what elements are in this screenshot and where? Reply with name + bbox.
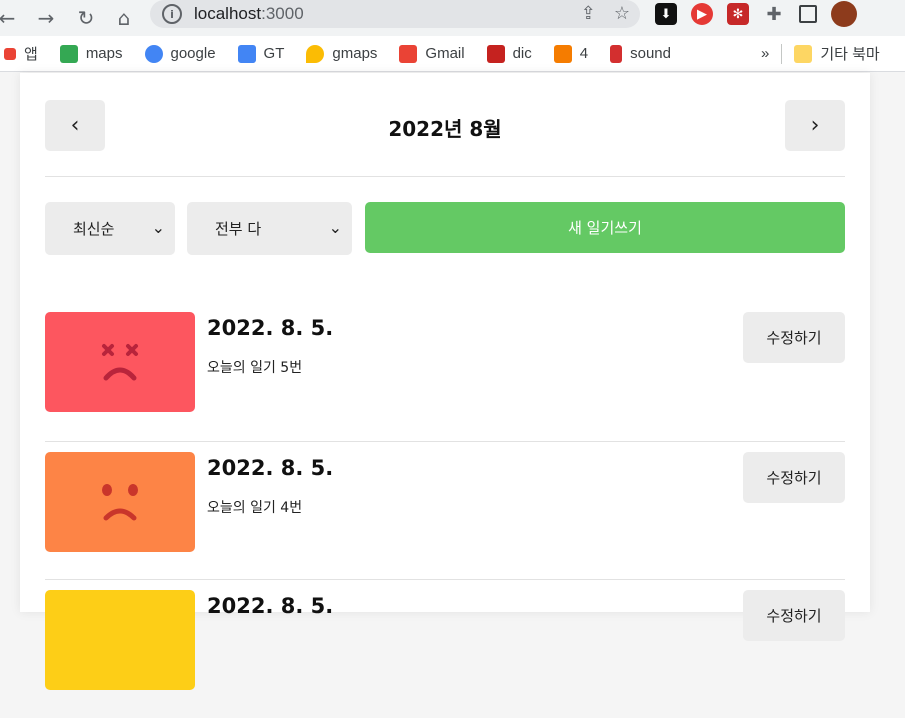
month-header: ‹ 2022년 8월 › <box>45 100 845 151</box>
chevron-down-icon: ⌄ <box>151 218 165 237</box>
page-title: 2022년 8월 <box>388 117 502 141</box>
list-controls: 최신순 ⌄ 전부 다 ⌄ 새 일기쓰기 <box>45 202 845 255</box>
url-port: :3000 <box>261 4 304 23</box>
bookmark-dic[interactable]: dic <box>486 44 532 63</box>
back-icon[interactable]: ← <box>0 0 15 36</box>
video-extension-icon[interactable]: ▶ <box>691 3 713 25</box>
bookmarks-more-button[interactable]: » <box>761 45 769 62</box>
bookmark-maps[interactable]: maps <box>59 44 123 63</box>
url-text: localhost:3000 <box>194 4 304 24</box>
emotion-image[interactable] <box>45 312 195 412</box>
bookmark-label: 기타 북마 <box>820 46 880 63</box>
bookmark-label: dic <box>512 45 532 62</box>
header-divider <box>45 176 845 177</box>
sad-face-icon <box>102 484 138 521</box>
bookmark-label: 4 <box>579 45 589 62</box>
folder-icon <box>794 44 813 63</box>
apps-icon <box>4 47 16 60</box>
bookmark-label: maps <box>85 45 123 62</box>
sort-value: 최신순 <box>73 220 115 238</box>
bookmark-gmail[interactable]: Gmail <box>399 44 465 63</box>
bookmark-gt[interactable]: GT <box>237 44 285 63</box>
next-month-button[interactable]: › <box>785 100 845 151</box>
site-info-icon[interactable]: i <box>162 4 182 24</box>
more-label: » <box>761 45 770 62</box>
bookmark-other[interactable]: 기타 북마 <box>794 43 880 64</box>
angry-face-icon <box>102 344 138 381</box>
edit-button[interactable]: 수정하기 <box>743 312 845 363</box>
bars-icon <box>553 44 572 63</box>
diary-page: ‹ 2022년 8월 › 최신순 ⌄ 전부 다 ⌄ 새 일기쓰기 2022. 8… <box>20 73 870 690</box>
edit-button[interactable]: 수정하기 <box>743 452 845 503</box>
sort-select[interactable]: 최신순 ⌄ <box>45 202 175 255</box>
download-extension-icon[interactable]: ⬇ <box>655 3 677 25</box>
emotion-image[interactable] <box>45 590 195 690</box>
bookmark-label: google <box>170 45 216 62</box>
edit-button[interactable]: 수정하기 <box>743 590 845 641</box>
translate-icon <box>237 44 256 63</box>
bug-extension-icon[interactable]: ✻ <box>727 3 749 25</box>
filter-value: 전부 다 <box>215 220 262 238</box>
bookmark-label: sound <box>630 45 671 62</box>
emotion-filter-select[interactable]: 전부 다 ⌄ <box>187 202 352 255</box>
book-icon <box>486 44 505 63</box>
reload-icon[interactable]: ↻ <box>68 0 104 36</box>
bookmark-apps[interactable]: 앱 <box>4 43 38 64</box>
url-host: localhost <box>194 4 262 23</box>
bookmark-google[interactable]: google <box>144 44 216 63</box>
diary-date: 2022. 8. 5. <box>207 316 334 340</box>
extensions-bar: ⬇ ▶ ✻ ✚ <box>655 0 857 28</box>
bookmark-4[interactable]: 4 <box>553 44 589 63</box>
bookmarks-divider <box>781 43 783 64</box>
side-panel-icon[interactable] <box>799 5 817 23</box>
chevron-down-icon: ⌄ <box>328 218 342 237</box>
chevron-right-icon: › <box>810 113 820 138</box>
diary-list: 2022. 8. 5. 오늘의 일기 5번 수정하기 2022. 8. 5. 오… <box>45 302 845 718</box>
bookmark-label: GT <box>263 45 285 62</box>
diary-date: 2022. 8. 5. <box>207 456 334 480</box>
forward-icon[interactable]: → <box>28 0 64 36</box>
sound-icon <box>610 44 623 63</box>
diary-content: 오늘의 일기 4번 <box>207 500 303 516</box>
map-pin-icon <box>306 44 325 63</box>
home-icon[interactable]: ⌂ <box>106 0 142 36</box>
bookmark-label: Gmail <box>425 45 465 62</box>
new-diary-button[interactable]: 새 일기쓰기 <box>365 202 845 253</box>
emotion-image[interactable] <box>45 452 195 552</box>
diary-date: 2022. 8. 5. <box>207 594 334 618</box>
address-bar[interactable]: i localhost:3000 ⇪ ☆ <box>150 0 640 28</box>
bookmarks-bar: 앱 maps google GT gmaps Gmail dic 4 sound… <box>0 36 905 72</box>
maps-icon <box>59 44 78 63</box>
google-icon <box>144 44 163 63</box>
bookmark-sound[interactable]: sound <box>610 44 671 63</box>
bookmark-label: gmaps <box>332 45 378 62</box>
puzzle-icon[interactable]: ✚ <box>763 3 785 25</box>
diary-item: 2022. 8. 5. 오늘의 일기 5번 수정하기 <box>45 302 845 442</box>
diary-item: 2022. 8. 5. 수정하기 <box>45 580 845 718</box>
profile-avatar[interactable] <box>831 1 857 27</box>
gmail-icon <box>399 44 418 63</box>
bookmark-label: 앱 <box>24 46 38 63</box>
bookmark-gmaps[interactable]: gmaps <box>306 44 378 63</box>
star-icon[interactable]: ☆ <box>614 3 630 24</box>
diary-item: 2022. 8. 5. 오늘의 일기 4번 수정하기 <box>45 442 845 580</box>
share-icon[interactable]: ⇪ <box>581 3 596 24</box>
diary-content: 오늘의 일기 5번 <box>207 360 303 376</box>
